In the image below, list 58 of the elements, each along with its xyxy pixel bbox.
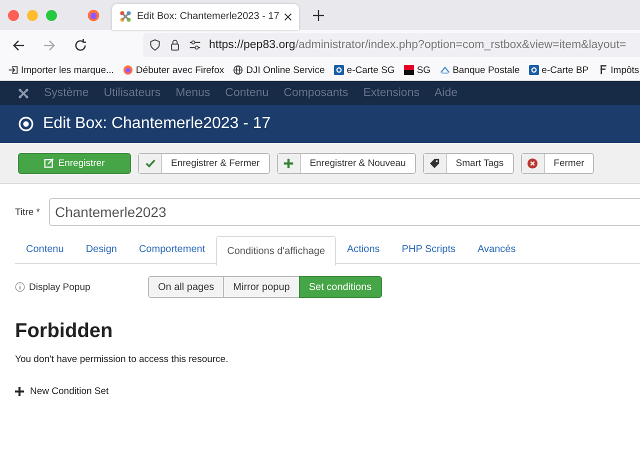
- bookmark[interactable]: Banque Postale: [440, 64, 520, 76]
- segment-button[interactable]: Mirror popup: [223, 276, 300, 298]
- bank-logo-icon: [404, 65, 414, 75]
- field-label: Display Popup: [29, 282, 92, 292]
- bookmark[interactable]: SG: [404, 64, 431, 76]
- bookmark[interactable]: Impôts: [598, 64, 640, 76]
- close-icon[interactable]: [284, 12, 292, 20]
- tab[interactable]: Design: [74, 236, 128, 263]
- bookmark[interactable]: Débuter avec Firefox: [122, 64, 224, 76]
- check-icon: [144, 158, 156, 168]
- field-label: Titre *: [15, 206, 40, 218]
- toolbar-button[interactable]: Smart Tags: [422, 152, 514, 174]
- bookmark[interactable]: Importer les marque...: [8, 64, 114, 76]
- tab-title: Edit Box: Chantemerle2023 - 17: [137, 11, 280, 22]
- joomla-icon: [119, 10, 132, 23]
- page-title: Edit Box: Chantemerle2023 - 17: [43, 115, 271, 133]
- new-condition-set-link[interactable]: New Condition Set: [30, 386, 109, 397]
- card-logo-icon: [334, 65, 344, 75]
- firefox-icon[interactable]: [87, 8, 100, 22]
- tab[interactable]: Comportement: [128, 236, 216, 263]
- title-field[interactable]: Chantemerle2023: [48, 198, 640, 226]
- lock-icon[interactable]: [169, 39, 181, 51]
- roof-icon: [440, 65, 450, 75]
- import-icon: [8, 65, 18, 75]
- joomla-logo-icon[interactable]: [18, 88, 29, 98]
- error-message: You don't have permission to access this resource.: [15, 354, 230, 365]
- reload-icon[interactable]: [74, 38, 87, 52]
- segment-button[interactable]: On all pages: [148, 276, 224, 298]
- toolbar-button[interactable]: Fermer: [520, 152, 594, 174]
- bookmark[interactable]: e-Carte SG: [334, 64, 395, 76]
- target-icon: [18, 116, 34, 132]
- card-logo-icon: [528, 65, 539, 75]
- globe-icon: [233, 65, 244, 75]
- back-icon[interactable]: [12, 38, 25, 52]
- address-bar[interactable]: https://pep83.org/administrator/index.php?option=com_rstbox&view=item&layout=: [143, 33, 640, 57]
- toolbar-button[interactable]: Enregistrer & Nouveau: [276, 152, 416, 174]
- new-tab-icon[interactable]: [313, 10, 324, 20]
- bookmark[interactable]: e-Carte BP: [528, 64, 589, 76]
- tab[interactable]: Conditions d'affichage: [216, 236, 336, 266]
- shield-icon[interactable]: [149, 39, 161, 51]
- error-heading: Forbidden: [15, 320, 114, 343]
- browser-tab[interactable]: Edit Box: Chantemerle2023 - 17: [112, 4, 300, 30]
- permissions-icon[interactable]: [189, 39, 201, 51]
- info-icon[interactable]: [15, 282, 25, 292]
- plus-icon: [283, 158, 294, 168]
- firefox-icon: [122, 65, 133, 75]
- toolbar-button[interactable]: Enregistrer & Fermer: [138, 152, 270, 174]
- bookmark[interactable]: DJI Online Service: [233, 64, 325, 76]
- tab[interactable]: Avancés: [466, 236, 527, 263]
- plus-icon[interactable]: [15, 387, 24, 396]
- tax-logo-icon: [598, 65, 608, 75]
- edit-icon: [44, 158, 54, 168]
- tag-icon: [429, 158, 440, 168]
- url-text: https://pep83.org/administrator/index.php?option=com_rstbox&view=item&layout=: [209, 39, 626, 51]
- tab[interactable]: Contenu: [15, 236, 75, 263]
- tab[interactable]: Actions: [336, 236, 391, 263]
- close-icon: [527, 158, 538, 168]
- tab[interactable]: PHP Scripts: [390, 236, 467, 263]
